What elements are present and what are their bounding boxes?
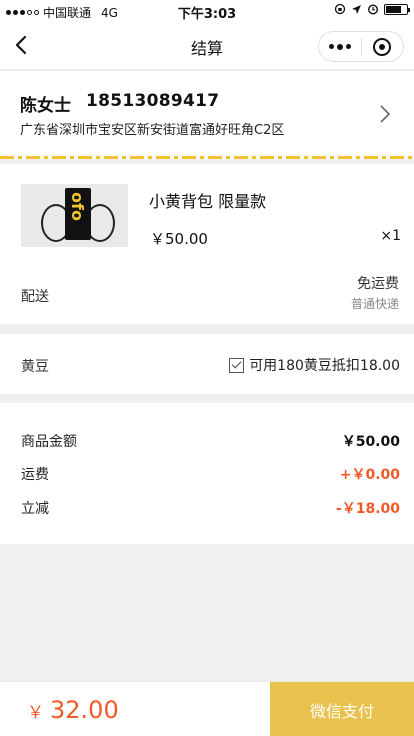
summary-row: 立减 -￥18.00	[21, 498, 400, 518]
capsule-menu	[318, 31, 404, 62]
beans-checkbox[interactable]	[229, 357, 245, 373]
address-divider-stripe	[0, 156, 414, 159]
total-currency: ￥	[27, 703, 44, 723]
shipping-label: 配送	[21, 289, 49, 305]
status-bar: 中国联通 4G 下午3:03	[0, 0, 414, 22]
checkout-bar: ￥ 32.00 微信支付	[0, 681, 414, 736]
recipient-phone: 18513089417	[86, 91, 220, 111]
recipient-address: 广东省深圳市宝安区新安街道富通好旺角C2区	[20, 123, 285, 138]
shipping-method[interactable]: 普通快递	[351, 295, 399, 312]
product-image[interactable]: ofo	[21, 184, 128, 247]
wechat-pay-button[interactable]: 微信支付	[270, 682, 414, 736]
location-icon	[352, 4, 361, 14]
chevron-right-icon[interactable]	[378, 104, 392, 124]
nav-bar: 结算	[0, 22, 414, 70]
beans-deduct-option[interactable]: 可用180黄豆抵扣18.00	[229, 355, 400, 375]
product-quantity: ×1	[380, 228, 401, 244]
summary-label: 商品金额	[21, 434, 77, 450]
summary-row: 商品金额 ￥50.00	[21, 431, 400, 451]
more-icon[interactable]	[319, 32, 361, 61]
beans-section: 黄豆 可用180黄豆抵扣18.00	[0, 334, 414, 394]
product-card: ofo 小黄背包 限量款 ￥50.00 ×1 配送 免运费 普通快递	[0, 164, 414, 324]
beans-option-label: 可用180黄豆抵扣18.00	[249, 358, 400, 374]
total-price: ￥ 32.00	[27, 696, 119, 724]
lock-rotation-icon	[334, 3, 346, 15]
status-right	[334, 3, 410, 15]
close-mini-program-icon[interactable]	[362, 32, 404, 61]
summary-label: 立减	[21, 501, 49, 517]
total-amount: 32.00	[50, 696, 119, 724]
product-price: ￥50.00	[150, 230, 208, 248]
product-image-logo: ofo	[68, 192, 87, 221]
summary-row: 运费 +￥0.00	[21, 464, 400, 484]
summary-value: ￥50.00	[341, 434, 400, 450]
alarm-icon	[367, 4, 379, 15]
shipping-fee: 免运费	[357, 276, 399, 292]
summary-label: 运费	[21, 467, 49, 483]
beans-label: 黄豆	[21, 359, 49, 375]
summary-value: +￥0.00	[339, 467, 400, 483]
product-name: 小黄背包 限量款	[149, 192, 267, 211]
battery-icon	[384, 3, 410, 15]
price-summary: 商品金额 ￥50.00 运费 +￥0.00 立减 -￥18.00	[0, 403, 414, 544]
address-card[interactable]: 陈女士 18513089417 广东省深圳市宝安区新安街道富通好旺角C2区	[0, 71, 414, 159]
recipient-name: 陈女士	[20, 96, 71, 116]
summary-value: -￥18.00	[335, 501, 400, 517]
